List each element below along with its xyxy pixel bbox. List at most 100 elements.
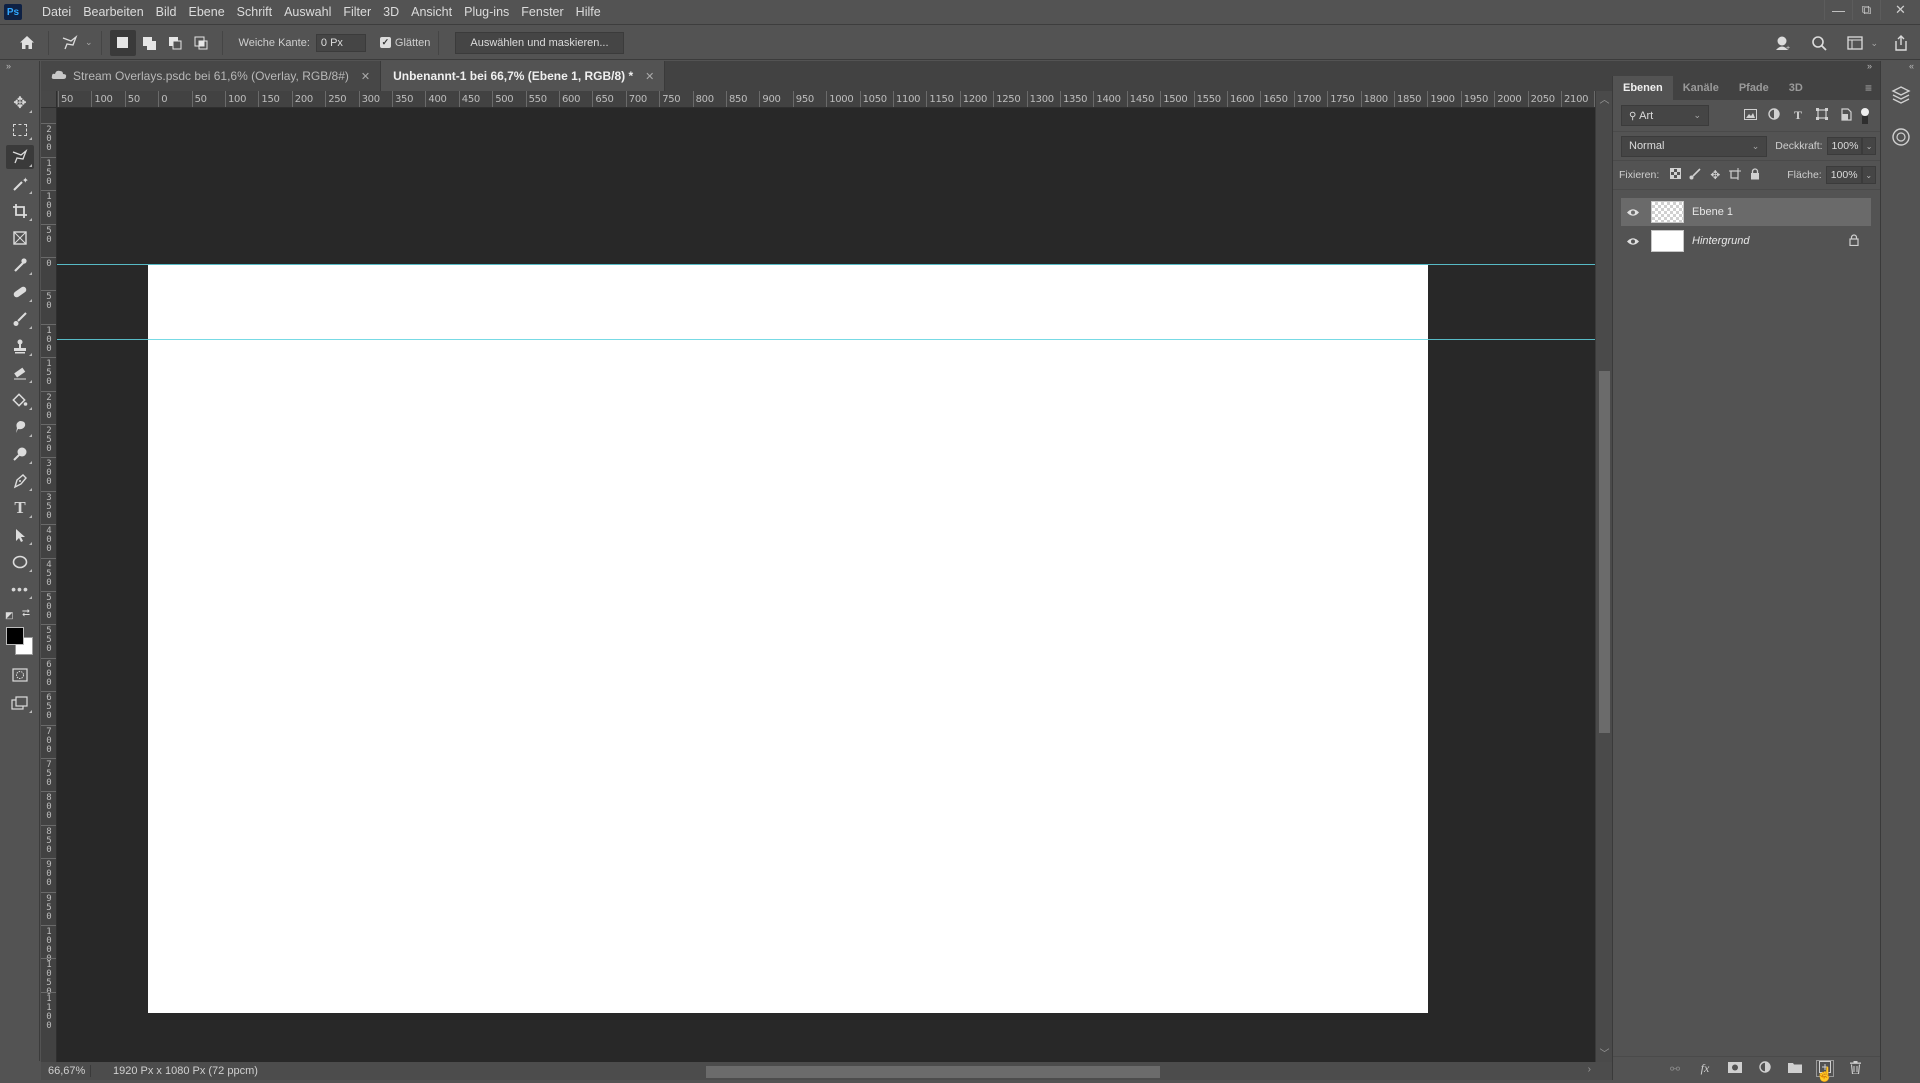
menu-datei[interactable]: Datei: [36, 0, 77, 25]
filter-smart-object-icon[interactable]: [1837, 107, 1855, 124]
path-selection-tool-icon[interactable]: [6, 523, 34, 547]
magic-wand-tool-icon[interactable]: ✦: [6, 172, 34, 196]
menu-bild[interactable]: Bild: [150, 0, 183, 25]
layer-name[interactable]: Hintergrund: [1692, 235, 1749, 247]
blend-mode-select[interactable]: Normal ⌄: [1621, 135, 1768, 157]
select-and-mask-button[interactable]: Auswählen und maskieren...: [455, 31, 624, 54]
polygonal-lasso-preset-icon[interactable]: [57, 30, 83, 56]
polygonal-lasso-tool-icon[interactable]: [6, 145, 34, 169]
layer-lock-icon[interactable]: [1849, 233, 1859, 249]
menu-schrift[interactable]: Schrift: [231, 0, 278, 25]
share-user-icon[interactable]: +: [1770, 30, 1796, 56]
feather-input[interactable]: 0 Px: [315, 33, 366, 52]
layer-style-fx-icon[interactable]: fx: [1697, 1061, 1713, 1076]
antialias-checkbox[interactable]: ✓ Glätten: [379, 37, 430, 49]
intersect-selection-icon[interactable]: [188, 30, 214, 56]
document-canvas[interactable]: [148, 265, 1428, 1013]
lock-transparency-icon[interactable]: [1665, 168, 1685, 182]
filter-toggle-switch[interactable]: [1861, 107, 1869, 124]
visibility-eye-icon[interactable]: [1621, 234, 1645, 249]
menu-filter[interactable]: Filter: [337, 0, 377, 25]
quick-mask-icon[interactable]: [6, 663, 34, 687]
menu-ebene[interactable]: Ebene: [183, 0, 231, 25]
collapse-panels-icon[interactable]: «: [1909, 61, 1914, 71]
vertical-ruler[interactable]: 02 0 01 5 01 0 05 005 01 0 01 5 02 0 02 …: [41, 108, 57, 1062]
tab-3d[interactable]: 3D: [1779, 76, 1813, 100]
menu-ansicht[interactable]: Ansicht: [405, 0, 458, 25]
marquee-tool-icon[interactable]: [6, 118, 34, 142]
vertical-scrollbar[interactable]: ︿ ﹀: [1595, 91, 1612, 1062]
add-to-selection-icon[interactable]: [136, 30, 162, 56]
minimize-button[interactable]: —: [1824, 0, 1852, 20]
swap-colors-icon[interactable]: ⮂: [22, 608, 30, 619]
foreground-color-swatch[interactable]: [6, 627, 24, 645]
workspace-icon[interactable]: [1842, 30, 1868, 56]
more-tools-icon[interactable]: •••: [6, 577, 34, 601]
dodge-tool-icon[interactable]: [6, 442, 34, 466]
eyedropper-tool-icon[interactable]: [6, 253, 34, 277]
scroll-down-icon[interactable]: ﹀: [1596, 1045, 1613, 1060]
tab-unbenannt-1[interactable]: Unbenannt-1 bei 66,7% (Ebene 1, RGB/8) *…: [381, 61, 666, 91]
fill-dropdown-icon[interactable]: ⌄: [1861, 166, 1876, 184]
tab-pfade[interactable]: Pfade: [1729, 76, 1779, 100]
fill-input[interactable]: 100%: [1825, 166, 1862, 184]
properties-panel-icon[interactable]: [1887, 123, 1915, 151]
vertical-scroll-thumb[interactable]: [1599, 371, 1610, 733]
home-icon[interactable]: [14, 30, 40, 56]
menu-fenster[interactable]: Fenster: [515, 0, 569, 25]
filter-shape-icon[interactable]: [1813, 108, 1831, 123]
filter-pixel-icon[interactable]: [1741, 108, 1759, 123]
lock-position-icon[interactable]: ✥: [1705, 168, 1725, 182]
close-tab-icon[interactable]: ✕: [361, 70, 370, 83]
layer-name[interactable]: Ebene 1: [1692, 206, 1733, 218]
ellipse-tool-icon[interactable]: [6, 550, 34, 574]
layer-row-ebene-1[interactable]: Ebene 1: [1621, 198, 1871, 226]
filter-adjustment-icon[interactable]: [1765, 108, 1783, 123]
guide-line[interactable]: [57, 264, 1595, 265]
horizontal-scroll-thumb[interactable]: [706, 1066, 1160, 1078]
screen-mode-icon[interactable]: [6, 691, 34, 715]
restore-button[interactable]: ⧉: [1852, 0, 1880, 20]
chevron-down-icon[interactable]: ⌄: [85, 37, 93, 48]
link-layers-icon[interactable]: ⚯: [1667, 1062, 1683, 1076]
close-tab-icon[interactable]: ✕: [645, 70, 654, 83]
add-mask-icon[interactable]: [1727, 1061, 1743, 1076]
chevron-down-icon[interactable]: ⌄: [1870, 38, 1878, 49]
close-button[interactable]: ✕: [1880, 0, 1920, 20]
share-export-icon[interactable]: [1888, 30, 1914, 56]
menu-plugins[interactable]: Plug-ins: [458, 0, 515, 25]
type-tool-icon[interactable]: T: [6, 496, 34, 520]
delete-layer-icon[interactable]: [1847, 1060, 1863, 1077]
lock-artboard-icon[interactable]: [1725, 167, 1745, 183]
brush-tool-icon[interactable]: [6, 307, 34, 331]
guide-line[interactable]: [57, 339, 1595, 340]
tab-ebenen[interactable]: Ebenen: [1613, 76, 1673, 100]
expand-panels-icon[interactable]: »: [1867, 61, 1872, 71]
menu-bearbeiten[interactable]: Bearbeiten: [77, 0, 149, 25]
healing-brush-tool-icon[interactable]: [6, 280, 34, 304]
ruler-origin[interactable]: [41, 91, 57, 108]
move-tool-icon[interactable]: ✥: [6, 91, 34, 115]
horizontal-ruler[interactable]: 50 100 50 0 50 100 150 200 250 300 350 400 450 500 550…: [57, 91, 1595, 108]
scroll-right-icon[interactable]: ›: [1588, 1064, 1591, 1075]
smudge-tool-icon[interactable]: [6, 415, 34, 439]
crop-tool-icon[interactable]: [6, 199, 34, 223]
opacity-input[interactable]: 100%: [1826, 137, 1863, 155]
new-group-folder-icon[interactable]: [1787, 1062, 1803, 1076]
tab-stream-overlays[interactable]: Stream Overlays.psdc bei 61,6% (Overlay,…: [41, 61, 382, 91]
frame-tool-icon[interactable]: [6, 226, 34, 250]
new-selection-icon[interactable]: [109, 29, 136, 56]
clone-stamp-tool-icon[interactable]: [6, 334, 34, 358]
layer-row-hintergrund[interactable]: Hintergrund: [1621, 227, 1871, 255]
lock-all-icon[interactable]: [1745, 167, 1765, 183]
default-colors-icon[interactable]: ◩: [5, 610, 14, 621]
menu-auswahl[interactable]: Auswahl: [278, 0, 337, 25]
menu-3d[interactable]: 3D: [377, 0, 405, 25]
canvas-area[interactable]: [57, 108, 1595, 1062]
menu-hilfe[interactable]: Hilfe: [570, 0, 607, 25]
panel-menu-icon[interactable]: ≡: [1865, 81, 1872, 95]
search-icon[interactable]: [1806, 30, 1832, 56]
horizontal-scrollbar[interactable]: ›: [282, 1064, 1595, 1080]
opacity-dropdown-icon[interactable]: ⌄: [1862, 137, 1876, 155]
eraser-tool-icon[interactable]: [6, 361, 34, 385]
